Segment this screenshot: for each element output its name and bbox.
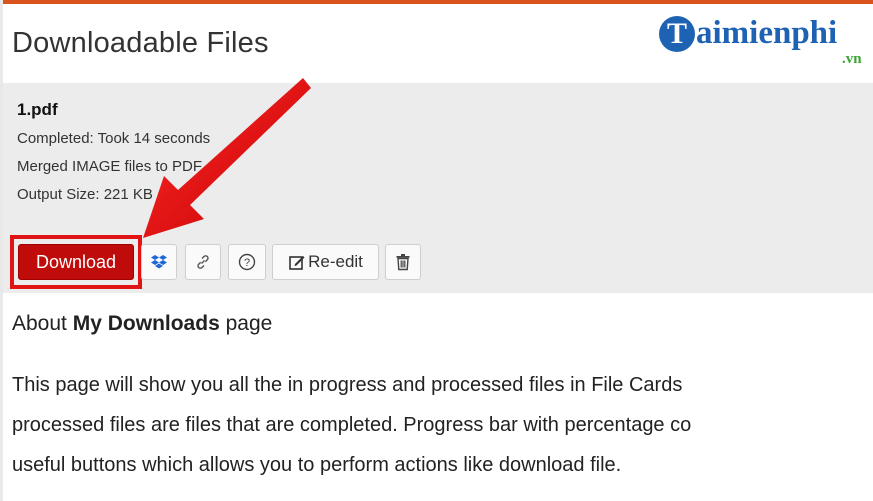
link-icon (197, 255, 209, 269)
help-icon: ? (238, 253, 256, 271)
file-operation: Merged IMAGE files to PDF (17, 158, 203, 175)
file-card: 1.pdf Completed: Took 14 seconds Merged … (3, 83, 873, 293)
file-output-size: Output Size: 221 KB (17, 186, 153, 203)
about-line-2: processed files are files that are compl… (12, 414, 692, 436)
help-button[interactable]: ? (228, 244, 266, 280)
file-name: 1.pdf (17, 100, 58, 119)
about-bold: My Downloads (72, 312, 220, 335)
download-button[interactable]: Download (18, 244, 134, 280)
about-line-1: This page will show you all the in progr… (12, 374, 683, 396)
site-logo: T aimienphi .vn (659, 12, 869, 74)
dropbox-icon (151, 255, 167, 269)
file-status: Completed: Took 14 seconds (17, 130, 211, 147)
logo-mark: T (659, 16, 695, 52)
page-title: Downloadable Files (12, 27, 269, 59)
reedit-button[interactable]: Re-edit (272, 244, 379, 280)
about-suffix: page (225, 312, 273, 335)
dropbox-button[interactable] (141, 244, 177, 280)
share-link-button[interactable] (185, 244, 221, 280)
delete-button[interactable] (385, 244, 421, 280)
edit-icon (289, 256, 305, 270)
about-line-3: useful buttons which allows you to perfo… (12, 454, 622, 476)
top-accent-line (0, 0, 873, 4)
about-prefix: About (12, 312, 67, 335)
svg-text:?: ? (244, 257, 250, 269)
trash-icon (396, 254, 410, 271)
logo-name: aimienphi (696, 15, 838, 51)
reedit-label: Re-edit (308, 252, 363, 271)
logo-suffix: .vn (842, 51, 862, 67)
about-heading: About My Downloads page (12, 312, 272, 336)
